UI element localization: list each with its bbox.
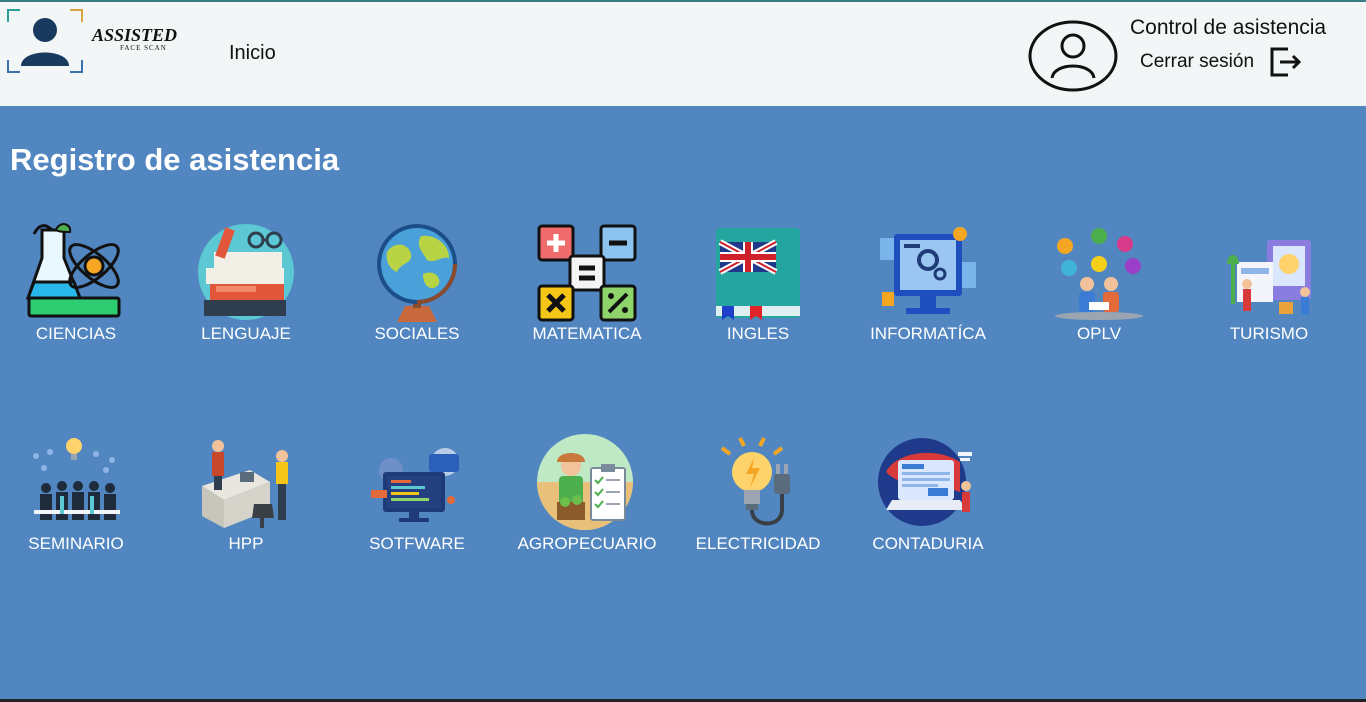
subject-label: ELECTRICIDAD	[695, 534, 821, 553]
math-operators-icon	[537, 224, 637, 322]
english-book-flag-icon	[716, 228, 800, 320]
subject-card-seminario[interactable]: SEMINARIO	[1, 432, 151, 562]
subject-card-agropecuario[interactable]: AGROPECUARIO	[512, 432, 662, 562]
subject-card-ciencias[interactable]: CIENCIAS	[1, 222, 151, 352]
subject-label: INGLES	[726, 324, 790, 343]
subject-label: LENGUAJE	[201, 324, 291, 343]
subject-card-oplv[interactable]: OPLV	[1024, 222, 1174, 352]
subject-card-contaduria[interactable]: CONTADURIA	[853, 432, 1003, 562]
subject-label: AGROPECUARIO	[517, 534, 657, 553]
farmer-checklist-icon	[537, 434, 633, 530]
subjects-grid: CIENCIAS LENGUAJE SOCIALES MATEMATICA IN…	[0, 0, 1366, 702]
science-flask-atom-icon	[25, 223, 121, 318]
subject-label: OPLV	[1076, 324, 1122, 343]
subject-card-hpp[interactable]: HPP	[171, 432, 321, 562]
globe-icon	[377, 224, 457, 322]
subject-label: TURISMO	[1229, 324, 1309, 343]
computer-gears-icon	[880, 227, 976, 314]
software-screens-icon	[371, 448, 459, 522]
seminar-group-icon	[33, 438, 120, 520]
subject-label: MATEMATICA	[532, 324, 642, 343]
books-glasses-icon	[198, 224, 294, 320]
subject-label: INFORMATÍCA	[870, 324, 986, 343]
subject-card-sociales[interactable]: SOCIALES	[342, 222, 492, 352]
accounting-laptop-icon	[878, 438, 972, 526]
lightbulb-plug-icon	[720, 437, 790, 526]
subject-label: SOCIALES	[374, 324, 460, 343]
subject-label: CONTADURIA	[872, 534, 984, 553]
students-ideas-icon	[1055, 228, 1143, 320]
subject-card-lenguaje[interactable]: LENGUAJE	[171, 222, 321, 352]
subject-label: CIENCIAS	[35, 324, 117, 343]
subject-card-informatica[interactable]: INFORMATÍCA	[853, 222, 1003, 352]
subject-card-electricidad[interactable]: ELECTRICIDAD	[683, 432, 833, 562]
subject-label: HPP	[228, 534, 264, 553]
office-desk-people-icon	[202, 440, 288, 528]
subject-label: SOTFWARE	[369, 534, 465, 553]
subject-card-ingles[interactable]: INGLES	[683, 222, 833, 352]
subject-card-matematica[interactable]: MATEMATICA	[512, 222, 662, 352]
subject-card-sotfware[interactable]: SOTFWARE	[342, 432, 492, 562]
subject-card-turismo[interactable]: TURISMO	[1194, 222, 1344, 352]
tourism-travel-icon	[1227, 240, 1311, 315]
subject-label: SEMINARIO	[28, 534, 124, 553]
